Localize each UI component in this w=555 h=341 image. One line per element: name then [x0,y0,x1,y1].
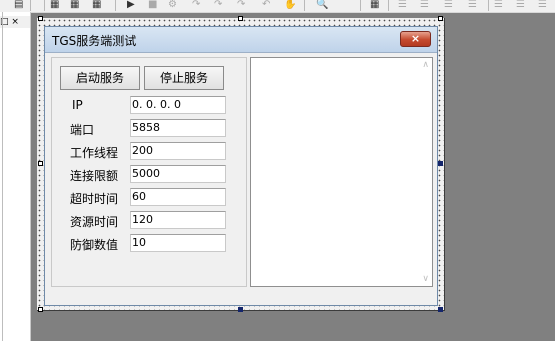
connection-limit-field[interactable]: 5000 [130,165,226,183]
hand-icon[interactable]: ✋ [284,0,296,10]
resize-handle-bottom[interactable] [238,307,243,312]
ip-field[interactable]: 0. 0. 0. 0 [130,96,226,114]
port-label: 端口 [70,123,95,137]
port-field[interactable]: 5858 [130,119,226,137]
close-button[interactable]: × [400,31,431,47]
stop-service-button[interactable]: 停止服务 [144,66,224,90]
scroll-up-icon[interactable]: ∧ [422,60,429,70]
timeout-field[interactable]: 60 [130,188,226,206]
toolbar-separator [388,0,389,11]
connection-limit-label: 连接限额 [70,169,119,183]
resize-handle-bottom-left[interactable] [38,307,43,312]
left-docked-panel: □ × [0,12,31,341]
dialog-title: TGS服务端测试 [52,34,137,48]
toolbar-separator [488,0,489,11]
worker-threads-label: 工作线程 [70,146,119,160]
defense-value-label: 防御数值 [70,238,119,252]
step-into-icon[interactable]: ↷ [192,0,200,10]
align-bottom-icon[interactable]: ☰ [516,0,525,10]
toolbar-icon-d[interactable]: ▦ [92,0,101,10]
log-listbox[interactable]: ∧ ∨ [250,57,433,287]
resize-handle-top-left[interactable] [38,16,43,21]
defense-value-field[interactable]: 10 [130,234,226,252]
ip-label: IP [72,98,83,112]
find-icon[interactable]: 🔍 [316,0,328,10]
toolbar-icon-c[interactable]: ▦ [70,0,79,10]
align-left-icon[interactable]: ☰ [398,0,407,10]
toolbar-separator [360,0,361,11]
left-panel-divider [2,12,3,341]
same-size-icon[interactable]: ☰ [538,0,547,10]
stop-icon[interactable]: ■ [148,0,157,10]
resource-time-field[interactable]: 120 [130,211,226,229]
ide-toolbar: ▤ ▦ ▦ ▦ ▶ ■ ⚙ ↷ ↷ ↷ ↶ ✋ 🔍 ▦ ☰ ☰ ☰ ☰ ☰ ☰ … [0,0,555,13]
align-right-icon[interactable]: ☰ [444,0,453,10]
toolbar-separator [304,0,305,11]
resize-handle-right[interactable] [438,161,443,166]
resize-handle-top[interactable] [238,16,243,21]
align-center-icon[interactable]: ☰ [420,0,429,10]
toolbar-icon-b[interactable]: ▦ [50,0,59,10]
resize-handle-left[interactable] [38,161,43,166]
grid-icon[interactable]: ▦ [370,0,379,10]
resource-time-label: 资源时间 [70,215,119,229]
align-middle-icon[interactable]: ☰ [494,0,503,10]
dialog-titlebar[interactable]: TGS服务端测试 × [45,27,437,53]
toolbar-icon-a[interactable]: ▤ [14,0,23,10]
step-over-icon[interactable]: ↷ [214,0,222,10]
align-top-icon[interactable]: ☰ [468,0,477,10]
left-panel-header[interactable]: □ × [0,16,30,28]
resize-handle-bottom-right[interactable] [438,307,443,312]
settings-panel: 启动服务 停止服务 IP 0. 0. 0. 0 端口 5858 工作线程 200… [51,57,247,287]
step-out-icon[interactable]: ↷ [237,0,245,10]
worker-threads-field[interactable]: 200 [130,142,226,160]
toolbar-separator [115,0,116,11]
tgs-dialog: TGS服务端测试 × 启动服务 停止服务 IP 0. 0. 0. 0 端口 58… [44,26,438,306]
run-icon[interactable]: ▶ [127,0,135,10]
start-service-button[interactable]: 启动服务 [60,66,140,90]
toolbar-separator [44,0,45,11]
debug-icon[interactable]: ⚙ [168,0,177,10]
timeout-label: 超时时间 [70,192,119,206]
scroll-down-icon[interactable]: ∨ [422,274,429,284]
resize-handle-top-right[interactable] [438,16,443,21]
toolbar-separator [30,0,31,11]
step-back-icon[interactable]: ↶ [262,0,270,10]
